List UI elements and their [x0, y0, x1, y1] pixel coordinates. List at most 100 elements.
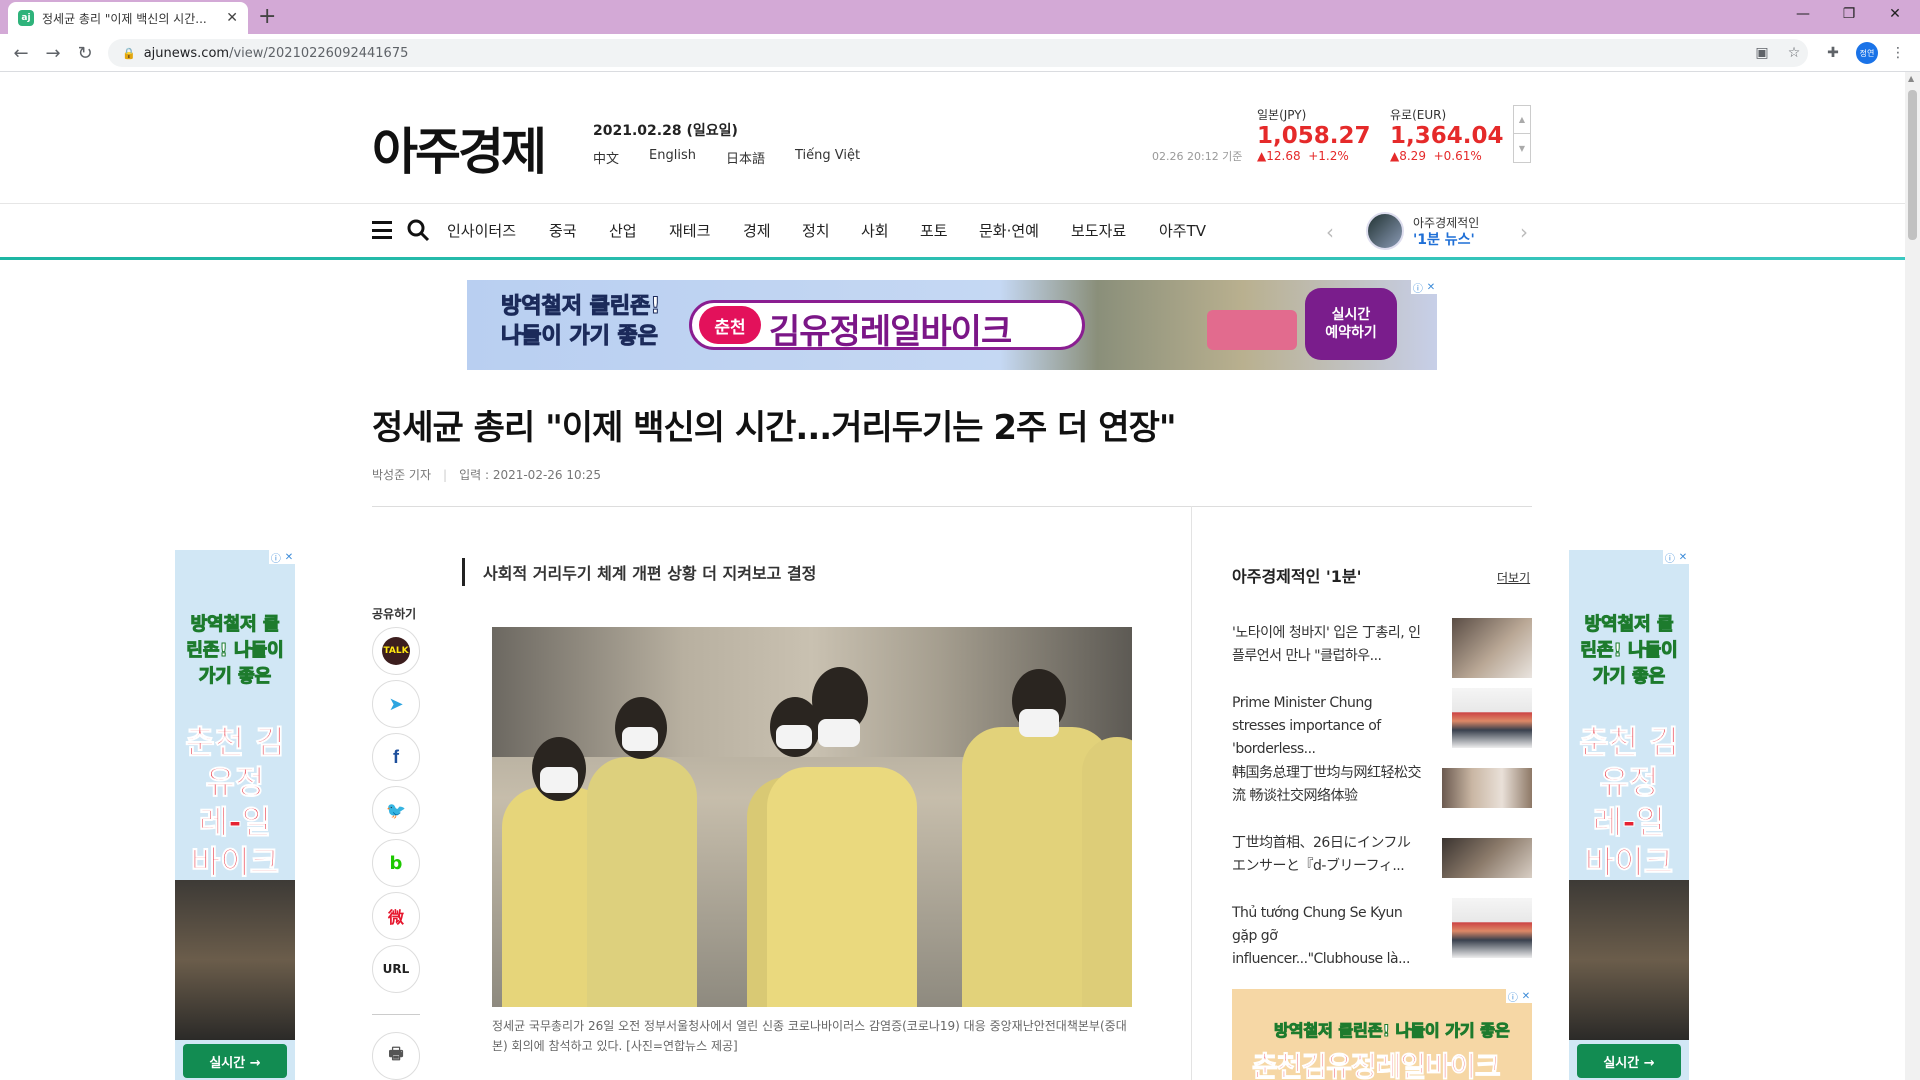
share-telegram-button[interactable]: ➤ [372, 680, 420, 728]
sidebar-more-link[interactable]: 더보기 [1497, 569, 1530, 586]
share-divider [372, 1014, 420, 1015]
ad-cta-button[interactable]: 실시간 예약하기 [1305, 288, 1397, 360]
browser-tabbar: aj 정세균 총리 "이제 백신의 시간... ✕ + — ❐ ✕ [0, 0, 1920, 34]
fx-value: 1,364.04 [1390, 123, 1504, 149]
ad-tagline: 방역철저 클린존! 나들이 가기 좋은 [186, 614, 284, 688]
header-date: 2021.02.28 (일요일) [593, 123, 738, 139]
chevron-up-icon[interactable]: ▲ [1514, 106, 1530, 134]
hamburger-menu-icon[interactable] [372, 221, 392, 239]
share-band-button[interactable]: b [372, 839, 420, 887]
chevron-right-icon[interactable]: › [1520, 220, 1528, 244]
top-banner-ad[interactable]: 방역철저 클린존! 나들이 가기 좋은 춘천 김유정레일바이크 실시간 예약하기 ⓘ… [467, 280, 1437, 370]
sidebar-news-thumbnail[interactable] [1452, 898, 1532, 958]
left-side-ad[interactable]: 방역철저 클린존! 나들이 가기 좋은 춘천 김유정 레-일 바이크 실시간 →… [175, 550, 295, 1080]
lang-vietnamese[interactable]: Tiếng Việt [795, 148, 860, 167]
kakaotalk-icon: TALK [382, 637, 410, 665]
nav-item-economy[interactable]: 경제 [743, 220, 802, 241]
promo-thumbnail[interactable] [1366, 212, 1404, 250]
forward-icon[interactable]: → [40, 40, 66, 66]
share-twitter-button[interactable]: 🐦 [372, 786, 420, 834]
url-input[interactable]: 🔒 ajunews.com /view/20210226092441675 [108, 39, 1808, 67]
nav-item-industry[interactable]: 산업 [609, 220, 669, 241]
share-facebook-button[interactable]: f [372, 733, 420, 781]
fx-timestamp: 02.26 20:12 기준 [1152, 150, 1243, 163]
sidebar-news-thumbnail[interactable] [1452, 618, 1532, 678]
byline-separator: | [443, 467, 448, 482]
share-weibo-button[interactable]: 微 [372, 892, 420, 940]
sidebar-news-item[interactable]: '노타이에 청바지' 입은 丁총리, 인플루언서 만나 "클럽하우... [1232, 618, 1532, 680]
share-url-button[interactable]: URL [372, 945, 420, 993]
reporter-name[interactable]: 박성준 기자 [372, 466, 431, 483]
sidebar-news-title[interactable]: '노타이에 청바지' 입은 丁총리, 인플루언서 만나 "클럽하우... [1232, 622, 1422, 668]
main-navigation: 인사이터즈 중국 산업 재테크 경제 정치 사회 포토 문화·연예 보도자료 아… [0, 204, 1905, 258]
article-divider [372, 506, 1532, 507]
restore-icon[interactable]: ❐ [1826, 0, 1872, 28]
scrollbar-thumb[interactable] [1908, 90, 1917, 240]
sidebar-news-thumbnail[interactable] [1442, 838, 1532, 878]
photo-person [767, 767, 917, 1007]
sidebar-ad[interactable]: 방역철저 클린존! 나들이 가기 좋은 춘천김유정레일바이크 ⓘ ✕ [1232, 989, 1532, 1080]
nav-item-society[interactable]: 사회 [861, 220, 920, 241]
sidebar-news-thumbnail[interactable] [1442, 768, 1532, 808]
extensions-icon[interactable]: ✚ [1823, 43, 1843, 63]
browser-tab[interactable]: aj 정세균 총리 "이제 백신의 시간... ✕ [8, 2, 248, 34]
right-side-ad[interactable]: 방역철저 클린존! 나들이 가기 좋은 춘천 김유정 레-일 바이크 실시간 →… [1569, 550, 1689, 1080]
ad-photo [1569, 880, 1689, 1040]
sidebar-news-title[interactable]: 丁世均首相、26日にインフルエンサーと『d-ブリーフィ... [1232, 832, 1422, 878]
scroll-up-icon[interactable]: ▲ [1908, 74, 1914, 83]
adchoices-icon[interactable]: ⓘ ✕ [1663, 550, 1689, 565]
minimize-icon[interactable]: — [1780, 0, 1826, 28]
photo-person [1082, 737, 1132, 1007]
lang-japanese[interactable]: 日本語 [726, 148, 765, 167]
ad-city-badge: 춘천 [699, 306, 761, 344]
column-divider [1191, 506, 1192, 1080]
share-kakaotalk-button[interactable]: TALK [372, 627, 420, 675]
sidebar-news-title[interactable]: Thủ tướng Chung Se Kyun gặp gỡ influence… [1232, 902, 1422, 971]
share-label: 공유하기 [372, 607, 417, 621]
bookmark-star-icon[interactable]: ☆ [1784, 43, 1804, 63]
ad-cta-button[interactable]: 실시간 → [1577, 1044, 1681, 1078]
chevron-down-icon[interactable]: ▼ [1514, 134, 1530, 162]
nav-item-finance[interactable]: 재테크 [669, 220, 743, 241]
nav-item-ajutv[interactable]: 아주TV [1159, 220, 1219, 241]
sidebar-news-item[interactable]: Prime Minister Chung stresses importance… [1232, 688, 1532, 757]
nav-item-insighters[interactable]: 인사이터즈 [447, 220, 549, 241]
promo-title[interactable]: '1분 뉴스' [1413, 229, 1475, 249]
article-photo[interactable] [492, 627, 1132, 1007]
print-button[interactable]: 🖶 [372, 1032, 420, 1080]
adchoices-icon[interactable]: ⓘ ✕ [1411, 280, 1437, 295]
nav-item-culture[interactable]: 문화·연예 [979, 220, 1071, 241]
ad-brand-name: 춘천김유정레일바이크 [1252, 1050, 1502, 1080]
sidebar-news-title[interactable]: Prime Minister Chung stresses importance… [1232, 692, 1422, 761]
back-icon[interactable]: ← [8, 40, 34, 66]
fx-value: 1,058.27 [1257, 123, 1371, 149]
nav-item-photo[interactable]: 포토 [920, 220, 979, 241]
search-icon[interactable] [406, 218, 430, 242]
profile-avatar[interactable]: 정연 [1856, 42, 1878, 64]
adchoices-icon[interactable]: ⓘ ✕ [269, 550, 295, 565]
adchoices-icon[interactable]: ⓘ ✕ [1506, 989, 1532, 1004]
photo-person [587, 757, 697, 1007]
fx-name: 유로(EUR) [1390, 108, 1447, 122]
nav-item-press-release[interactable]: 보도자료 [1071, 220, 1159, 241]
nav-item-china[interactable]: 중국 [549, 220, 609, 241]
nav-item-politics[interactable]: 정치 [802, 220, 861, 241]
menu-kebab-icon[interactable]: ⋮ [1888, 43, 1908, 63]
new-tab-icon[interactable]: + [258, 4, 276, 29]
sidebar-news-thumbnail[interactable] [1452, 688, 1532, 748]
lock-icon[interactable]: 🔒 [122, 47, 136, 60]
chevron-left-icon[interactable]: ‹ [1326, 220, 1334, 244]
tab-close-icon[interactable]: ✕ [226, 10, 238, 26]
reload-icon[interactable]: ↻ [72, 40, 98, 66]
site-logo[interactable]: 아주경제 [372, 112, 547, 184]
page-scrollbar[interactable]: ▲ [1905, 72, 1920, 1080]
close-window-icon[interactable]: ✕ [1872, 0, 1918, 28]
lang-chinese[interactable]: 中文 [593, 148, 619, 167]
lang-english[interactable]: English [649, 148, 696, 167]
ad-cta-button[interactable]: 실시간 → [183, 1044, 287, 1078]
sidebar-news-item[interactable]: 丁世均首相、26日にインフルエンサーと『d-ブリーフィ... [1232, 828, 1532, 890]
sidebar-news-item[interactable]: Thủ tướng Chung Se Kyun gặp gỡ influence… [1232, 898, 1532, 967]
sidebar-news-item[interactable]: 韩国务总理丁世均与网红轻松交流 畅谈社交网络体验 [1232, 758, 1532, 820]
sidebar-news-title[interactable]: 韩国务总理丁世均与网红轻松交流 畅谈社交网络体验 [1232, 762, 1422, 808]
install-app-icon[interactable]: ▣ [1752, 43, 1772, 63]
